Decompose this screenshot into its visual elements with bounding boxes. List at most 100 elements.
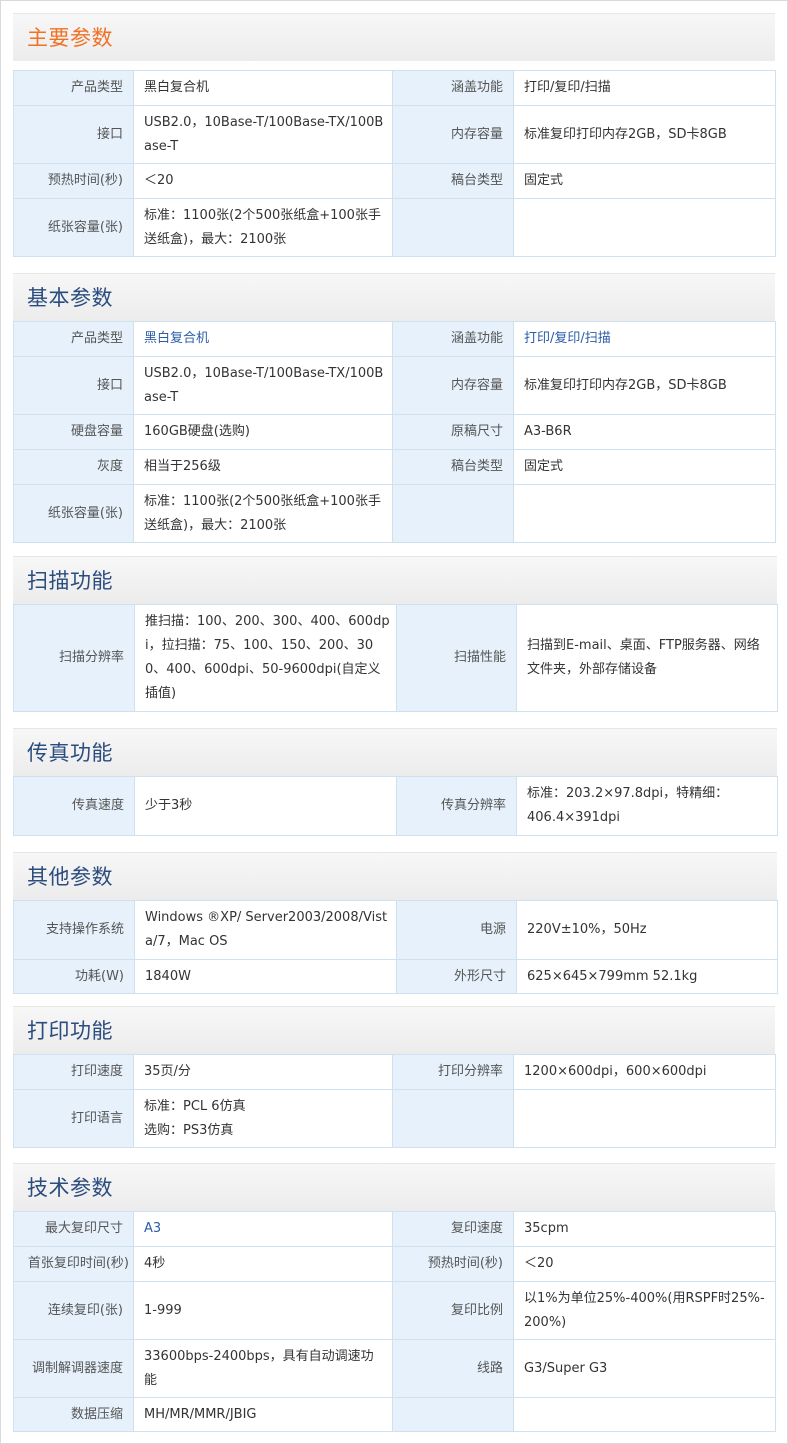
spec-label: 支持操作系统 bbox=[13, 900, 135, 960]
section-header: 主要参数 bbox=[13, 13, 775, 61]
section-print: 打印功能 打印速度 35页/分 打印分辨率 1200×600dpi，600×60… bbox=[13, 1006, 776, 1148]
spec-value bbox=[513, 1089, 776, 1148]
spec-label: 复印比例 bbox=[392, 1281, 514, 1340]
table-row: 扫描分辨率 推扫描：100、200、300、400、600dpi，拉扫描：75、… bbox=[13, 604, 778, 712]
spec-label: 产品类型 bbox=[13, 321, 134, 357]
spec-label: 功耗(W) bbox=[13, 959, 135, 994]
spec-label: 打印速度 bbox=[13, 1054, 134, 1090]
spec-value: MH/MR/MMR/JBIG bbox=[133, 1397, 393, 1432]
section-title: 扫描功能 bbox=[27, 569, 113, 593]
section-header: 技术参数 bbox=[13, 1163, 775, 1211]
spec-label: 首张复印时间(秒) bbox=[13, 1246, 134, 1282]
section-title: 打印功能 bbox=[27, 1019, 113, 1043]
spec-value: ＜20 bbox=[513, 1246, 776, 1282]
spec-label: 灰度 bbox=[13, 449, 134, 485]
spec-value: 固定式 bbox=[513, 163, 776, 199]
spec-table: 产品类型 黑白复合机 涵盖功能 打印/复印/扫描 接口 USB2.0，10Bas… bbox=[13, 321, 776, 543]
section-other: 其他参数 支持操作系统 Windows ®XP/ Server2003/2008… bbox=[13, 852, 778, 994]
spec-label: 复印速度 bbox=[392, 1211, 514, 1247]
spec-label bbox=[392, 1397, 514, 1432]
section-title: 主要参数 bbox=[27, 26, 113, 50]
spec-value bbox=[513, 198, 776, 257]
spec-value: 标准：203.2×97.8dpi，特精细：406.4×391dpi bbox=[516, 776, 778, 836]
spec-value: ＜20 bbox=[133, 163, 393, 199]
spec-label: 涵盖功能 bbox=[392, 70, 514, 106]
spec-table: 扫描分辨率 推扫描：100、200、300、400、600dpi，拉扫描：75、… bbox=[13, 604, 778, 712]
spec-label: 打印分辨率 bbox=[392, 1054, 514, 1090]
spec-label: 线路 bbox=[392, 1339, 514, 1398]
section-header: 其他参数 bbox=[13, 852, 777, 900]
spec-table: 产品类型 黑白复合机 涵盖功能 打印/复印/扫描 接口 USB2.0，10Bas… bbox=[13, 70, 776, 257]
spec-value: A3-B6R bbox=[513, 414, 776, 450]
spec-value-line: 选购：PS3仿真 bbox=[144, 1122, 234, 1138]
table-row: 接口 USB2.0，10Base-T/100Base-TX/100Base-T … bbox=[13, 356, 776, 415]
spec-value: 1200×600dpi，600×600dpi bbox=[513, 1054, 776, 1090]
spec-value: 黑白复合机 bbox=[133, 70, 393, 106]
table-row: 硬盘容量 160GB硬盘(选购) 原稿尺寸 A3-B6R bbox=[13, 414, 776, 450]
table-row: 数据压缩 MH/MR/MMR/JBIG bbox=[13, 1397, 776, 1432]
spec-value: G3/Super G3 bbox=[513, 1339, 776, 1398]
section-scan: 扫描功能 扫描分辨率 推扫描：100、200、300、400、600dpi，拉扫… bbox=[13, 556, 778, 712]
spec-page: 主要参数 产品类型 黑白复合机 涵盖功能 打印/复印/扫描 接口 USB2.0，… bbox=[0, 0, 788, 1444]
table-row: 纸张容量(张) 标准：1100张(2个500张纸盒+100张手送纸盒)，最大：2… bbox=[13, 198, 776, 257]
table-row: 连续复印(张) 1-999 复印比例 以1%为单位25%-400%(用RSPF时… bbox=[13, 1281, 776, 1340]
table-row: 打印速度 35页/分 打印分辨率 1200×600dpi，600×600dpi bbox=[13, 1054, 776, 1090]
spec-value: 625×645×799mm 52.1kg bbox=[516, 959, 778, 994]
spec-value: 160GB硬盘(选购) bbox=[133, 414, 393, 450]
table-row: 支持操作系统 Windows ®XP/ Server2003/2008/Vist… bbox=[13, 900, 778, 960]
spec-value: 推扫描：100、200、300、400、600dpi，拉扫描：75、100、15… bbox=[134, 604, 397, 712]
spec-value: 1-999 bbox=[133, 1281, 393, 1340]
section-header: 基本参数 bbox=[13, 273, 775, 321]
spec-value: 相当于256级 bbox=[133, 449, 393, 485]
spec-value: 扫描到E-mail、桌面、FTP服务器、网络文件夹，外部存储设备 bbox=[516, 604, 778, 712]
spec-label: 原稿尺寸 bbox=[392, 414, 514, 450]
spec-value: 1840W bbox=[134, 959, 397, 994]
spec-value: 4秒 bbox=[133, 1246, 393, 1282]
spec-value: 标准：1100张(2个500张纸盒+100张手送纸盒)，最大：2100张 bbox=[133, 484, 393, 543]
table-row: 调制解调器速度 33600bps-2400bps，具有自动调速功能 线路 G3/… bbox=[13, 1339, 776, 1398]
spec-table: 支持操作系统 Windows ®XP/ Server2003/2008/Vist… bbox=[13, 900, 778, 994]
table-row: 首张复印时间(秒) 4秒 预热时间(秒) ＜20 bbox=[13, 1246, 776, 1282]
spec-label: 接口 bbox=[13, 105, 134, 164]
section-tech: 技术参数 最大复印尺寸 A3 复印速度 35cpm 首张复印时间(秒) 4秒 预… bbox=[13, 1163, 776, 1432]
table-row: 纸张容量(张) 标准：1100张(2个500张纸盒+100张手送纸盒)，最大：2… bbox=[13, 484, 776, 543]
table-row: 打印语言 标准：PCL 6仿真 选购：PS3仿真 bbox=[13, 1089, 776, 1148]
spec-label bbox=[392, 1089, 514, 1148]
spec-label: 调制解调器速度 bbox=[13, 1339, 134, 1398]
spec-table: 传真速度 少于3秒 传真分辨率 标准：203.2×97.8dpi，特精细：406… bbox=[13, 776, 778, 836]
spec-label: 外形尺寸 bbox=[396, 959, 517, 994]
spec-value: USB2.0，10Base-T/100Base-TX/100Base-T bbox=[133, 105, 393, 164]
spec-value: A3 bbox=[133, 1211, 393, 1247]
spec-label: 预热时间(秒) bbox=[392, 1246, 514, 1282]
spec-value bbox=[513, 1397, 776, 1432]
table-row: 灰度 相当于256级 稿台类型 固定式 bbox=[13, 449, 776, 485]
spec-label: 数据压缩 bbox=[13, 1397, 134, 1432]
section-title: 基本参数 bbox=[27, 286, 113, 310]
spec-value: 打印/复印/扫描 bbox=[513, 321, 776, 357]
table-row: 最大复印尺寸 A3 复印速度 35cpm bbox=[13, 1211, 776, 1247]
spec-label: 涵盖功能 bbox=[392, 321, 514, 357]
section-fax: 传真功能 传真速度 少于3秒 传真分辨率 标准：203.2×97.8dpi，特精… bbox=[13, 728, 778, 836]
section-main-params: 主要参数 产品类型 黑白复合机 涵盖功能 打印/复印/扫描 接口 USB2.0，… bbox=[13, 13, 776, 257]
spec-value: 以1%为单位25%-400%(用RSPF时25%-200%) bbox=[513, 1281, 776, 1340]
section-title: 技术参数 bbox=[27, 1176, 113, 1200]
section-basic-params: 基本参数 产品类型 黑白复合机 涵盖功能 打印/复印/扫描 接口 USB2.0，… bbox=[13, 273, 776, 543]
section-header: 打印功能 bbox=[13, 1006, 775, 1054]
spec-label bbox=[392, 484, 514, 543]
table-row: 预热时间(秒) ＜20 稿台类型 固定式 bbox=[13, 163, 776, 199]
spec-value: 黑白复合机 bbox=[133, 321, 393, 357]
spec-value: 35页/分 bbox=[133, 1054, 393, 1090]
spec-label: 电源 bbox=[396, 900, 517, 960]
spec-label: 扫描分辨率 bbox=[13, 604, 135, 712]
spec-label: 传真速度 bbox=[13, 776, 135, 836]
section-title: 其他参数 bbox=[27, 865, 113, 889]
spec-label: 接口 bbox=[13, 356, 134, 415]
spec-value: 标准：1100张(2个500张纸盒+100张手送纸盒)，最大：2100张 bbox=[133, 198, 393, 257]
spec-value: Windows ®XP/ Server2003/2008/Vista/7，Mac… bbox=[134, 900, 397, 960]
table-row: 产品类型 黑白复合机 涵盖功能 打印/复印/扫描 bbox=[13, 70, 776, 106]
spec-label: 传真分辨率 bbox=[396, 776, 517, 836]
spec-value: 35cpm bbox=[513, 1211, 776, 1247]
spec-label: 最大复印尺寸 bbox=[13, 1211, 134, 1247]
spec-table: 打印速度 35页/分 打印分辨率 1200×600dpi，600×600dpi … bbox=[13, 1054, 776, 1148]
spec-label: 稿台类型 bbox=[392, 449, 514, 485]
